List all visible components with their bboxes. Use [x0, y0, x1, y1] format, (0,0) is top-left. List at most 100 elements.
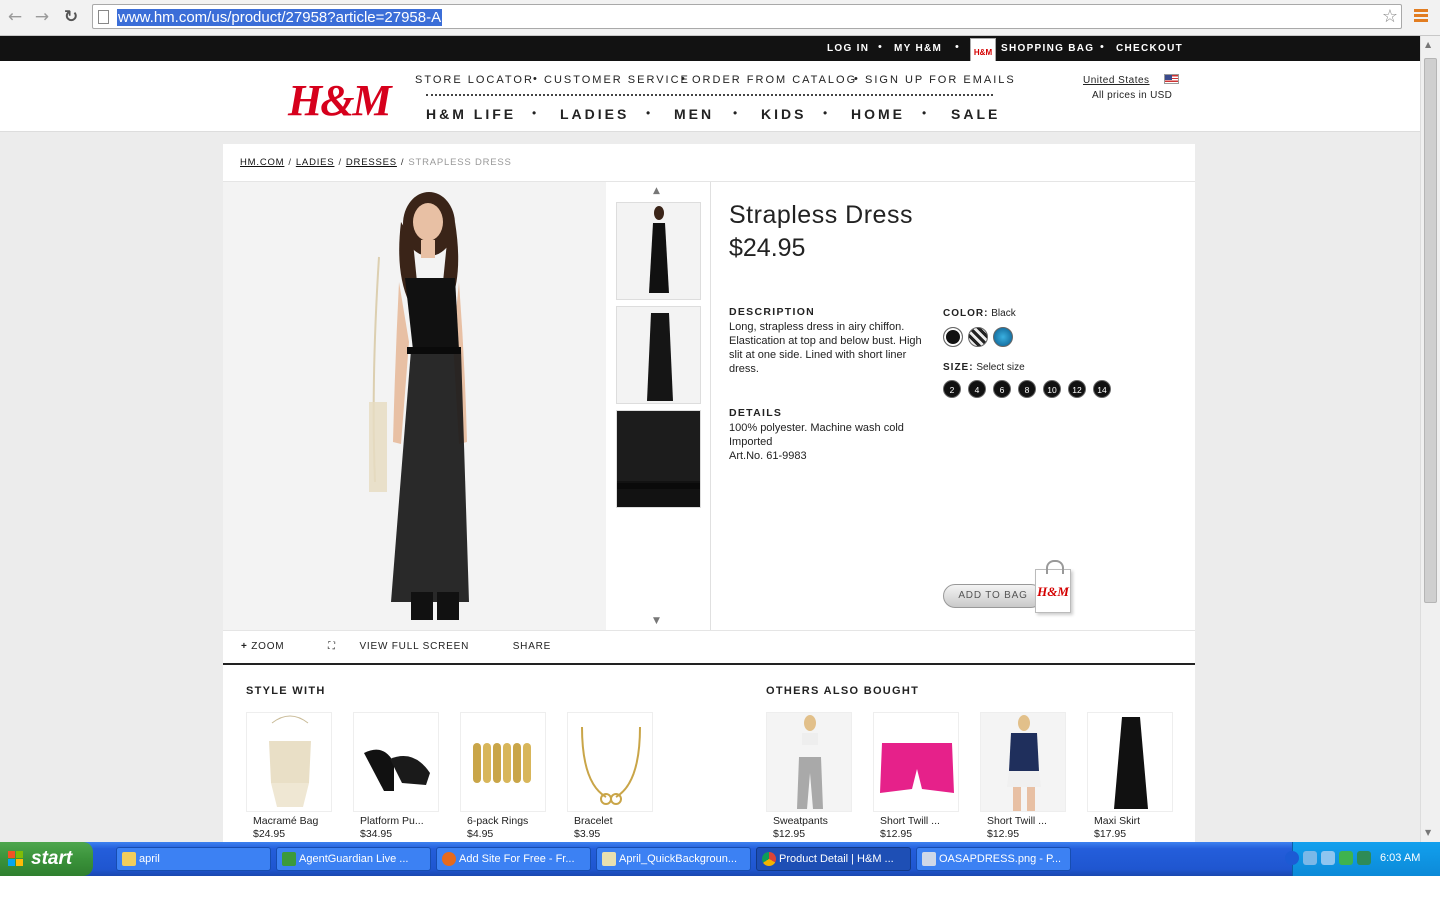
- model-photo: [369, 192, 469, 620]
- product-name[interactable]: Platform Pu...: [360, 815, 424, 827]
- product-name[interactable]: Bracelet: [574, 815, 613, 827]
- nav-hm-life[interactable]: H&M LIFE: [426, 106, 516, 122]
- size-button[interactable]: 2: [943, 380, 961, 398]
- breadcrumb-ladies[interactable]: LADIES: [296, 157, 335, 168]
- url-text[interactable]: www.hm.com/us/product/27958?article=2795…: [117, 9, 443, 26]
- scroll-up-icon[interactable]: ▲: [1425, 40, 1431, 49]
- separator-dot: •: [854, 73, 858, 85]
- size-button[interactable]: 12: [1068, 380, 1086, 398]
- swatch-blue[interactable]: [993, 327, 1013, 347]
- my-hm-link[interactable]: MY H&M: [894, 43, 942, 54]
- separator-dot: •: [1100, 41, 1104, 53]
- product-name[interactable]: Short Twill ...: [880, 815, 940, 827]
- separator-dot: •: [733, 106, 738, 120]
- task-product-detail[interactable]: Product Detail | H&M ...: [756, 847, 911, 871]
- shopping-bag-icon[interactable]: H&M: [1035, 560, 1071, 613]
- thumbnail-detail[interactable]: [616, 410, 701, 508]
- breadcrumb-current: STRAPLESS DRESS: [408, 157, 512, 168]
- breadcrumb-dresses[interactable]: DRESSES: [346, 157, 397, 168]
- size-button[interactable]: 10: [1043, 380, 1061, 398]
- product-card-shorts-white[interactable]: [980, 712, 1066, 812]
- tray-app-icon[interactable]: [1357, 851, 1371, 865]
- product-price: $24.95: [729, 234, 806, 262]
- store-locator-link[interactable]: STORE LOCATOR: [415, 74, 534, 86]
- size-button[interactable]: 4: [968, 380, 986, 398]
- product-name[interactable]: Sweatpants: [773, 815, 828, 827]
- nav-home[interactable]: HOME: [851, 106, 905, 122]
- swatch-black[interactable]: [943, 327, 963, 347]
- plus-icon: +: [241, 641, 248, 652]
- thumbnail-back[interactable]: [616, 306, 701, 404]
- swatch-pattern[interactable]: [968, 327, 988, 347]
- task-april[interactable]: april: [116, 847, 271, 871]
- size-button[interactable]: 14: [1093, 380, 1111, 398]
- account-bar: LOG IN • MY H&M • H&M SHOPPING BAG • CHE…: [0, 36, 1420, 66]
- page-scrollbar[interactable]: ▲ ▼: [1420, 36, 1440, 842]
- task-quickbackground[interactable]: April_QuickBackgroun...: [596, 847, 751, 871]
- nav-divider: [426, 94, 993, 96]
- dropbox-icon[interactable]: [1321, 851, 1335, 865]
- us-flag-icon[interactable]: [1164, 74, 1179, 84]
- order-catalog-link[interactable]: ORDER FROM CATALOG: [692, 74, 857, 86]
- full-screen-button[interactable]: ⛶ VIEW FULL SCREEN: [328, 641, 489, 652]
- nav-sale[interactable]: SALE: [951, 106, 1000, 122]
- shopping-bag-link[interactable]: SHOPPING BAG: [1001, 43, 1094, 54]
- reload-icon: ↻: [63, 7, 79, 27]
- address-bar[interactable]: www.hm.com/us/product/27958?article=2795…: [92, 4, 1402, 29]
- folder-icon: [122, 852, 136, 866]
- product-card-bag[interactable]: [246, 712, 332, 812]
- divider: [223, 630, 1195, 631]
- thumbs-down-arrow-icon[interactable]: ▼: [653, 616, 660, 626]
- nav-ladies[interactable]: LADIES: [560, 106, 629, 122]
- thumbnail-front[interactable]: [616, 202, 701, 300]
- browser-menu-icon[interactable]: [1414, 9, 1428, 24]
- reload-button[interactable]: ↻: [60, 6, 82, 28]
- main-product-image[interactable]: [223, 182, 606, 630]
- product-name[interactable]: Macramé Bag: [253, 815, 318, 827]
- product-price: $12.95: [773, 828, 806, 840]
- browser-toolbar: ← → ↻ www.hm.com/us/product/27958?articl…: [0, 0, 1440, 36]
- customer-service-link[interactable]: CUSTOMER SERVICE: [544, 74, 690, 86]
- login-link[interactable]: LOG IN: [827, 43, 869, 54]
- chrome-icon: [762, 852, 776, 866]
- hm-logo[interactable]: H&M: [288, 75, 392, 126]
- task-add-site[interactable]: Add Site For Free - Fr...: [436, 847, 591, 871]
- product-name[interactable]: Maxi Skirt: [1094, 815, 1140, 827]
- scroll-down-icon[interactable]: ▼: [1425, 828, 1431, 837]
- share-button[interactable]: SHARE: [513, 641, 551, 652]
- product-card-rings[interactable]: [460, 712, 546, 812]
- security-icon[interactable]: [1339, 851, 1353, 865]
- size-button[interactable]: 6: [993, 380, 1011, 398]
- separator-dot: •: [955, 41, 959, 53]
- product-card-maxi-skirt[interactable]: [1087, 712, 1173, 812]
- nav-kids[interactable]: KIDS: [761, 106, 806, 122]
- start-button[interactable]: start: [0, 842, 93, 876]
- thumbs-up-arrow-icon[interactable]: ▲: [653, 186, 660, 196]
- product-price: $17.95: [1094, 828, 1127, 840]
- task-oasapdress[interactable]: OASAPDRESS.png - P...: [916, 847, 1071, 871]
- bookmark-star-icon[interactable]: ☆: [1382, 6, 1398, 27]
- product-card-shorts-pink[interactable]: [873, 712, 959, 812]
- add-to-bag-button[interactable]: ADD TO BAG: [943, 584, 1043, 608]
- tray-expand-icon[interactable]: [1285, 851, 1299, 865]
- product-name[interactable]: Short Twill ...: [987, 815, 1047, 827]
- screen-margin: [0, 876, 1440, 900]
- size-button[interactable]: 8: [1018, 380, 1036, 398]
- network-icon[interactable]: [1303, 851, 1317, 865]
- size-label: SIZE: Select size: [943, 362, 1025, 373]
- scroll-thumb[interactable]: [1424, 58, 1437, 603]
- product-card-sweatpants[interactable]: [766, 712, 852, 812]
- zoom-button[interactable]: + ZOOM: [241, 641, 304, 652]
- checkout-link[interactable]: CHECKOUT: [1116, 43, 1183, 54]
- nav-men[interactable]: MEN: [674, 106, 714, 122]
- breadcrumb-hm[interactable]: HM.COM: [240, 157, 284, 168]
- product-name[interactable]: 6-pack Rings: [467, 815, 528, 827]
- country-selector[interactable]: United States: [1083, 75, 1150, 86]
- email-signup-link[interactable]: SIGN UP FOR EMAILS: [865, 74, 1016, 86]
- product-card-shoes[interactable]: [353, 712, 439, 812]
- clock: 6:03 AM: [1380, 852, 1421, 864]
- product-card-bracelet[interactable]: [567, 712, 653, 812]
- task-agentguardian[interactable]: AgentGuardian Live ...: [276, 847, 431, 871]
- back-button[interactable]: ←: [4, 6, 26, 28]
- forward-button[interactable]: →: [31, 6, 53, 28]
